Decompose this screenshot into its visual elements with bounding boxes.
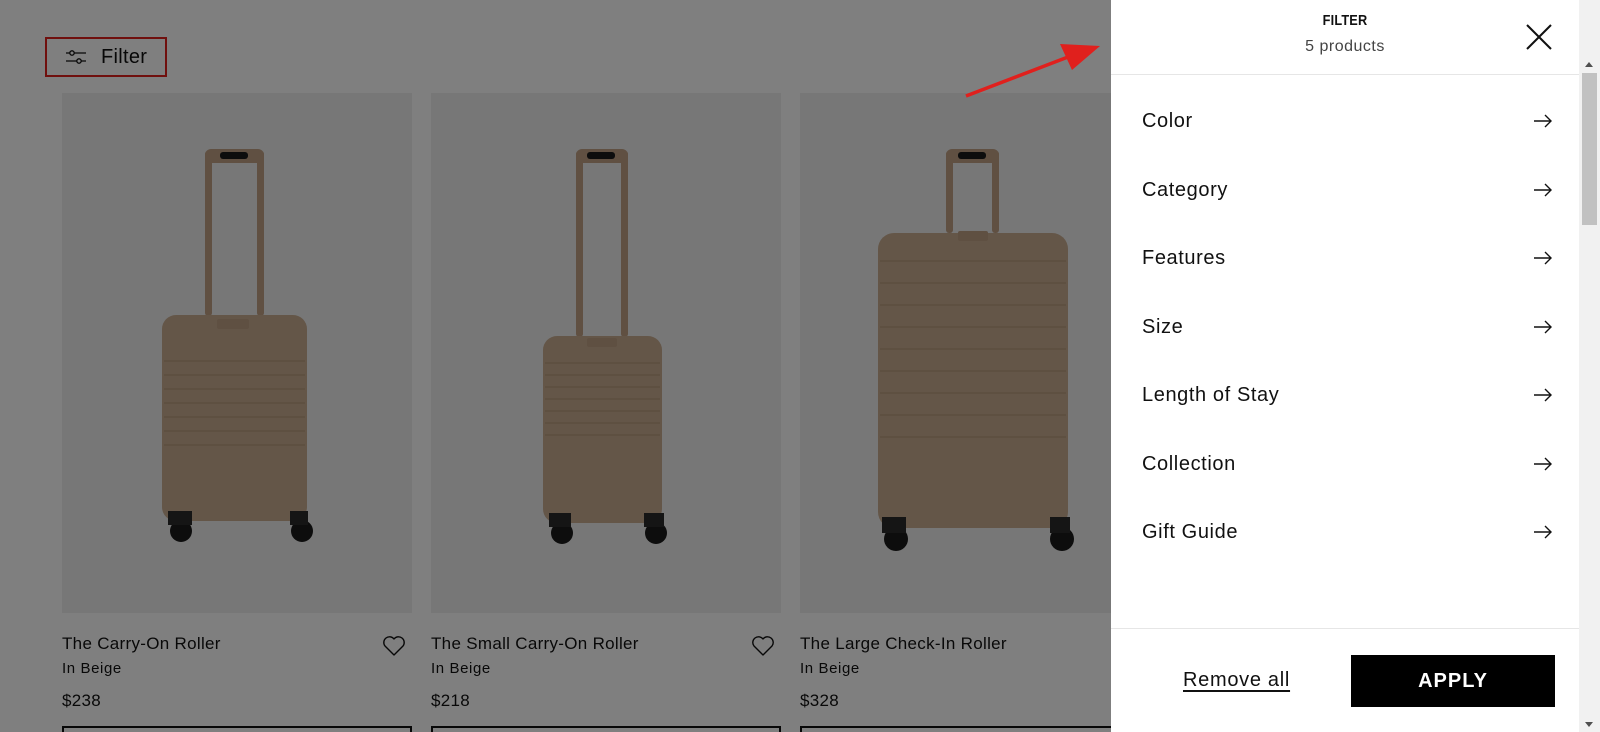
red-arrow-annotation bbox=[960, 40, 1100, 105]
scroll-up-arrow-icon[interactable] bbox=[1585, 62, 1593, 67]
filter-option-color[interactable]: Color bbox=[1142, 110, 1553, 179]
apply-button[interactable]: APPLY bbox=[1351, 655, 1555, 707]
filter-option-label: Category bbox=[1142, 178, 1228, 201]
arrow-right-icon bbox=[1534, 320, 1552, 333]
filter-option-label: Color bbox=[1142, 110, 1193, 132]
arrow-right-icon bbox=[1534, 388, 1552, 402]
filter-option-label: Size bbox=[1142, 315, 1184, 338]
arrow-right-icon bbox=[1534, 251, 1552, 265]
filter-drawer: FILTER 5 products Color Category Feature… bbox=[1111, 0, 1600, 732]
drawer-scrollbar[interactable] bbox=[1579, 0, 1600, 732]
filter-option-label: Features bbox=[1142, 247, 1226, 269]
filter-option-collection[interactable]: Collection bbox=[1142, 453, 1553, 522]
arrow-right-icon bbox=[1534, 525, 1552, 539]
drawer-title: FILTER bbox=[1322, 12, 1368, 29]
arrow-right-icon bbox=[1534, 114, 1552, 128]
arrow-right-icon bbox=[1534, 457, 1552, 470]
scrollbar-thumb[interactable] bbox=[1582, 73, 1597, 225]
filter-option-label: Length of Stay bbox=[1142, 384, 1280, 406]
filter-option-length-of-stay[interactable]: Length of Stay bbox=[1142, 384, 1553, 453]
filter-option-gift-guide[interactable]: Gift Guide bbox=[1142, 521, 1553, 590]
product-count: 5 products bbox=[1305, 38, 1385, 55]
arrow-right-icon bbox=[1534, 183, 1552, 196]
filter-option-label: Collection bbox=[1142, 452, 1236, 475]
close-icon[interactable] bbox=[1524, 22, 1554, 52]
drawer-footer: Remove all APPLY bbox=[1111, 628, 1579, 732]
filter-option-label: Gift Guide bbox=[1142, 521, 1239, 543]
filter-option-size[interactable]: Size bbox=[1142, 316, 1553, 385]
drawer-header: FILTER 5 products bbox=[1111, 0, 1600, 75]
filter-options-list: Color Category Features Size Length of S… bbox=[1142, 110, 1553, 590]
scroll-down-arrow-icon[interactable] bbox=[1585, 722, 1593, 727]
filter-option-category[interactable]: Category bbox=[1142, 179, 1553, 248]
remove-all-button[interactable]: Remove all bbox=[1183, 669, 1290, 692]
filter-option-features[interactable]: Features bbox=[1142, 247, 1553, 316]
